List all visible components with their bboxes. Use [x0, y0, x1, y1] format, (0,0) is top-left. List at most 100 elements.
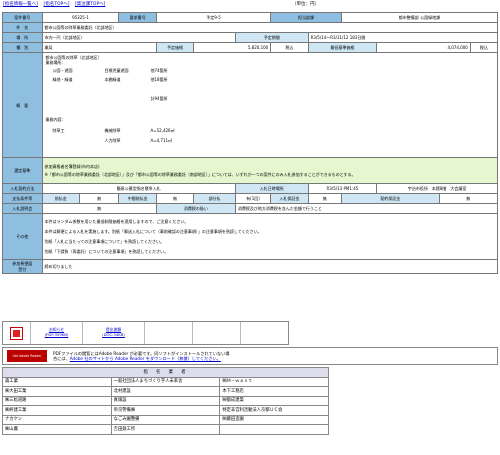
min-price-label: 最低基準価格: [307, 42, 378, 53]
overview-line: 他74箇所: [150, 68, 168, 73]
pdf-file-icon: [10, 326, 23, 340]
overview-cell: 都市公園等の除草（北部地区） 業務場所： 公園・遊園 目標児童遊園 他74箇所 …: [41, 52, 498, 158]
link-nomination-top[interactable]: [指名TOPへ]: [43, 2, 69, 7]
get-adobe-reader-icon[interactable]: Get Adobe Reader: [7, 350, 47, 362]
bidder-name: ㈱都成建築: [219, 395, 329, 406]
row-method: 入札契約方法 簡易公募型指名競争入札 入札日時場所 R3/5/13 PM1:45…: [2, 183, 498, 194]
other-line: 別紙「入札に当たっての注意事項について」を熟読してください。: [44, 239, 164, 244]
table-row: ㈱山農 吉田鉄工所: [2, 424, 329, 435]
estimate-tax: 税込: [270, 42, 309, 53]
type-value: 業局: [41, 42, 157, 53]
attachment-empty: [145, 322, 193, 344]
dept-label: 担当部課: [270, 12, 342, 23]
other-line: 本件は郵便による入札を実施します。別紙「郵送入札について（事前確認の注意事項）」…: [44, 229, 262, 234]
link-order-top[interactable]: [発注課TOPへ]: [75, 2, 106, 7]
row-deadline: 参加希望届 受付 締め切りました: [2, 259, 498, 274]
attachment-empty: [241, 322, 288, 344]
attachment-forms[interactable]: 提出書類 (DOC:34KB): [83, 322, 145, 344]
overview-line: 目標児童遊園: [104, 68, 129, 73]
link-bid-list[interactable]: [指名情報一覧へ]: [3, 2, 38, 7]
page: [指名情報一覧へ] [指名TOPへ] [発注課TOPへ] （単位：円） 案件番号…: [0, 0, 500, 455]
overview-line: 機械除草: [104, 128, 121, 133]
table-row: 森工業 一般社団法人まちづくり宇人未来舎 ㈱Ｍ－ｗａｓｔ: [2, 376, 329, 387]
deadline-label: 参加希望届 受付: [2, 259, 43, 274]
bidder-name: ㈱終建工業: [2, 405, 112, 416]
bidder-name: 帝京警備㈱: [110, 405, 221, 416]
reader-text: PDFファイルの閲覧にはAdobe Reader が必要です。同ソフトがインスト…: [53, 351, 229, 362]
method-label: 入札契約方法: [2, 183, 43, 194]
adobe-reader-notice: Get Adobe Reader PDFファイルの閲覧にはAdobe Reade…: [2, 347, 498, 365]
case-number-value: 95325-1: [41, 12, 120, 23]
bidder-name: 森工業: [2, 376, 112, 387]
deadline-value: 締め切りました: [41, 259, 498, 274]
reader-text-prefix: 合には、: [53, 356, 70, 361]
other-line: 本件はランダム係数を用いた最低制限価格を適用しますので、ご注意ください。: [44, 219, 189, 224]
row-other: その他 本件はランダム係数を用いた最低制限価格を適用しますので、ご注意ください。…: [2, 213, 498, 260]
bidder-name: 一般社団法人まちづくり宇人未来舎: [110, 376, 221, 387]
method-value: 簡易公募型指名競争入札: [41, 183, 236, 194]
type-label: 種 別: [2, 42, 43, 53]
case-number-label: 案件番号: [2, 12, 43, 23]
payment-label: 支払条件等: [2, 193, 43, 204]
min-price-tax: 税込: [469, 42, 499, 53]
overview-line: 人力除草: [104, 138, 121, 143]
attachment-notice-size[interactable]: (PDF:359KB): [45, 332, 69, 338]
other-label: その他: [2, 213, 43, 260]
row-briefing: 入札説明会 無 消費税の扱い 消費税及び地方消費税を含んだ金額で行うこと: [2, 203, 499, 214]
attachments-bar: お知らせ (PDF:359KB) 提出書類 (DOC:34KB): [2, 321, 289, 345]
overview-line: 緑地・緑道: [52, 77, 73, 82]
bidders-header: 指 名 業 者: [2, 367, 329, 378]
contract-deposit-value: 無: [438, 193, 499, 204]
row-criteria: 選定基準 参加資格者名簿登録(市内本店) ※「都市公園等の除草業務委託（北部地区…: [2, 157, 498, 184]
row-type: 種 別 業局 予定価格 5,820,100 税込 最低基準価格 4,074,00…: [2, 42, 499, 53]
row-payment: 支払条件等 前払金 無 中間前払金 無 部分払 有(1回) 入札保証金 無 契約…: [2, 193, 499, 204]
mid-advance-label: 中間前払金: [118, 193, 157, 204]
request-number-label: 要求番号: [118, 12, 157, 23]
bidders-header-row: 指 名 業 者: [2, 367, 329, 378]
table-row: ㈱大田工業 北村建設 木下工務店: [2, 386, 329, 397]
estimate-value: 5,820,100: [193, 42, 272, 53]
pdf-cell: [3, 322, 31, 344]
tax-value: 消費税及び地方消費税を含んだ金額で行うこと: [234, 203, 499, 214]
table-row: ㈱三松道路 真壕設 ㈱都成建築: [2, 395, 329, 406]
overview-line: 除草工: [52, 128, 65, 133]
bidder-name: 北村建設: [110, 386, 221, 397]
overview-line: 他18箇所: [150, 77, 168, 82]
overview-line: 業務場所：: [45, 60, 66, 65]
estimate-label: 予定価格: [155, 42, 195, 53]
period-label: 予定期間: [234, 32, 309, 43]
bid-deposit-value: 無: [307, 193, 342, 204]
bidders-table: 指 名 業 者 森工業 一般社団法人まちづくり宇人未来舎 ㈱Ｍ－ｗａｓｔ ㈱大田…: [2, 367, 329, 435]
bidder-name: ㈱藤田造園: [219, 414, 329, 425]
title-label: 件 名: [2, 22, 43, 33]
min-price-value: 4,074,000: [376, 42, 471, 53]
adobe-download-link[interactable]: Adobe 社のサイトから Adobe Reader をダウンロード（無償）して…: [70, 356, 221, 361]
bid-date-value: R3/5/13 PM1:45: [307, 183, 378, 194]
advance-value: 無: [78, 193, 120, 204]
criteria-line: 参加資格者名簿登録(市内本店): [44, 164, 100, 169]
bidder-name: ㈱大田工業: [2, 386, 112, 397]
attachment-forms-size[interactable]: (DOC:34KB): [102, 332, 125, 338]
bidder-name: ㈱三松道路: [2, 395, 112, 406]
overview-line: 公園・遊園: [52, 68, 73, 73]
bid-date-label: 入札日時場所: [234, 183, 309, 194]
overview-line: A=52,426㎡: [150, 128, 175, 133]
request-number-value: 予定9-5: [155, 12, 272, 23]
bidder-name: なごみ園整備: [110, 414, 221, 425]
briefing-label: 入札説明会: [2, 203, 43, 214]
attachment-empty: [193, 322, 241, 344]
overview-line: 本棚緑道: [104, 77, 121, 82]
table-row: ナカケン なごみ園整備 ㈱藤田造園: [2, 414, 329, 425]
bidder-name: 真壕設: [110, 395, 221, 406]
bidder-name: 木下工務店: [219, 386, 329, 397]
partial-label: 部分払: [193, 193, 236, 204]
mid-advance-value: 無: [155, 193, 195, 204]
period-value: R3/5/14〜R3/11/12 183日間: [307, 32, 499, 43]
advance-label: 前払金: [41, 193, 80, 204]
attachment-notice[interactable]: お知らせ (PDF:359KB): [31, 322, 83, 344]
title-value: 都市公園等の除草業務委託（北部地区）: [41, 22, 498, 33]
other-line: 別紙「下請負（再委託）についての注意事項」を熟読してください。: [44, 249, 169, 254]
tax-label: 消費税の扱い: [155, 203, 236, 214]
top-nav: [指名情報一覧へ] [指名TOPへ] [発注課TOPへ]: [3, 2, 109, 9]
bidder-name: 特定非営利活動法人京都ＵＣ会: [219, 405, 329, 416]
